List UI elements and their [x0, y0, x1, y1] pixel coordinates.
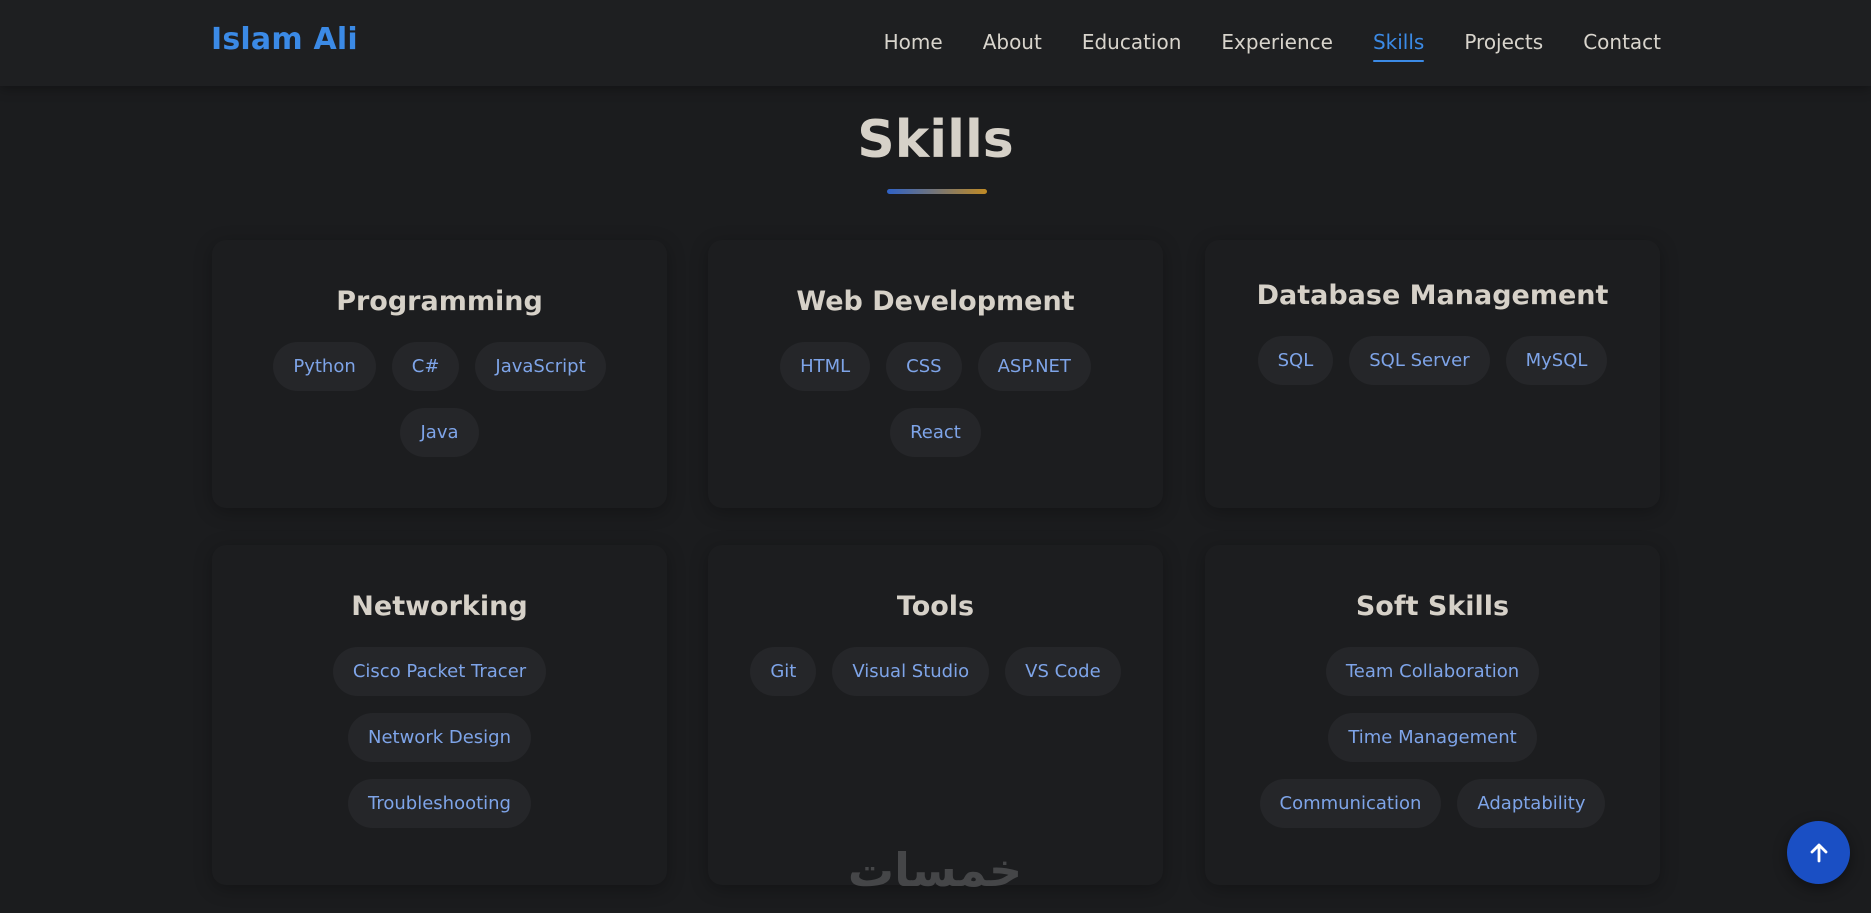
- skill-card-web-development: Web Development HTML CSS ASP.NET React: [708, 240, 1163, 508]
- skill-tag[interactable]: SQL: [1257, 336, 1334, 385]
- skill-tag[interactable]: Python: [273, 342, 376, 391]
- back-to-top-button[interactable]: [1787, 821, 1850, 884]
- section-title: Skills: [857, 110, 1014, 170]
- skill-tag[interactable]: Troubleshooting: [348, 779, 531, 828]
- skill-tags: SQL SQL Server MySQL: [1205, 336, 1660, 385]
- skill-tag[interactable]: Adaptability: [1457, 779, 1606, 828]
- skill-card-tools: Tools Git Visual Studio VS Code: [708, 545, 1163, 885]
- nav-home[interactable]: Home: [884, 30, 943, 60]
- nav-skills[interactable]: Skills: [1372, 30, 1425, 62]
- skill-tag[interactable]: C#: [391, 342, 460, 391]
- svg-text:خمسات: خمسات: [848, 843, 1022, 894]
- skill-card-database: Database Management SQL SQL Server MySQL: [1205, 240, 1660, 508]
- skill-card-networking: Networking Cisco Packet Tracer Network D…: [212, 545, 667, 885]
- card-title: Soft Skills: [1355, 591, 1510, 622]
- skill-tag[interactable]: JavaScript: [475, 342, 606, 391]
- skill-card-soft-skills: Soft Skills Team Collaboration Time Mana…: [1205, 545, 1660, 885]
- main-nav: Home About Education Experience Skills P…: [884, 30, 1661, 62]
- card-title: Programming: [336, 286, 543, 317]
- skill-tag[interactable]: ASP.NET: [977, 342, 1091, 391]
- card-title: Database Management: [1256, 280, 1609, 311]
- skill-tag[interactable]: Team Collaboration: [1325, 647, 1540, 696]
- skill-tag[interactable]: Network Design: [347, 713, 532, 762]
- nav-projects[interactable]: Projects: [1464, 30, 1543, 60]
- title-underline: [887, 189, 987, 194]
- card-title: Networking: [351, 591, 528, 622]
- navbar: Islam Ali Home About Education Experienc…: [0, 0, 1871, 86]
- brand-logo[interactable]: Islam Ali: [211, 22, 358, 57]
- skill-tags: Git Visual Studio VS Code: [708, 647, 1163, 696]
- skill-card-programming: Programming Python C# JavaScript Java: [212, 240, 667, 508]
- skill-tags: Cisco Packet Tracer Network Design Troub…: [212, 647, 667, 828]
- skill-tag[interactable]: CSS: [886, 342, 962, 391]
- skill-tag[interactable]: Time Management: [1328, 713, 1537, 762]
- skill-tag[interactable]: SQL Server: [1349, 336, 1490, 385]
- skill-tags: HTML CSS ASP.NET React: [708, 342, 1163, 457]
- skill-tags: Python C# JavaScript Java: [212, 342, 667, 457]
- skill-tag[interactable]: Cisco Packet Tracer: [332, 647, 547, 696]
- nav-about[interactable]: About: [983, 30, 1042, 60]
- card-title: Tools: [896, 591, 975, 622]
- nav-experience[interactable]: Experience: [1221, 30, 1333, 60]
- nav-education[interactable]: Education: [1082, 30, 1182, 60]
- skill-tags: Team Collaboration Time Management Commu…: [1205, 647, 1660, 828]
- skill-tag[interactable]: Java: [400, 408, 479, 457]
- skill-tag[interactable]: React: [890, 408, 981, 457]
- card-title: Web Development: [796, 286, 1075, 317]
- watermark-logo: خمسات: [848, 843, 1022, 894]
- arrow-up-icon: [1810, 843, 1827, 862]
- skill-tag[interactable]: Git: [750, 647, 817, 696]
- skill-tag[interactable]: Communication: [1259, 779, 1442, 828]
- skill-tag[interactable]: HTML: [780, 342, 871, 391]
- nav-contact[interactable]: Contact: [1583, 30, 1661, 60]
- skill-tag[interactable]: Visual Studio: [832, 647, 990, 696]
- skill-tag[interactable]: VS Code: [1005, 647, 1121, 696]
- skill-tag[interactable]: MySQL: [1505, 336, 1608, 385]
